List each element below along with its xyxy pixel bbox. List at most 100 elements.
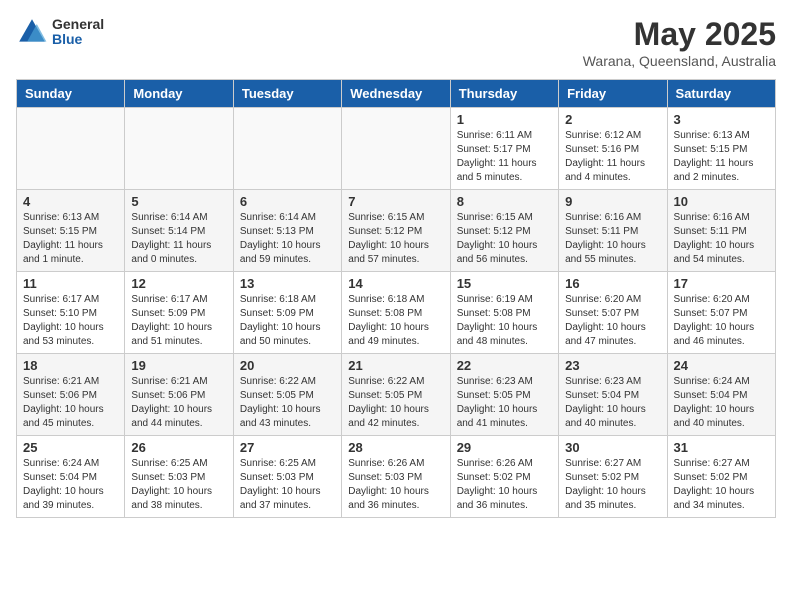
day-info: Sunrise: 6:23 AM Sunset: 5:04 PM Dayligh… <box>565 375 660 431</box>
weekday-header-row: SundayMondayTuesdayWednesdayThursdayFrid… <box>17 80 776 108</box>
day-info: Sunrise: 6:18 AM Sunset: 5:09 PM Dayligh… <box>240 293 335 349</box>
logo-blue-text: Blue <box>52 32 104 47</box>
day-info: Sunrise: 6:21 AM Sunset: 5:06 PM Dayligh… <box>23 375 118 431</box>
day-cell-17: 17 Sunrise: 6:20 AM Sunset: 5:07 PM Dayli… <box>667 272 775 354</box>
logo: General Blue <box>16 16 104 48</box>
day-cell-11: 11Sunrise: 6:17 AM Sunset: 5:10 PM Dayli… <box>17 272 125 354</box>
day-number: 18 <box>23 358 118 373</box>
day-info: Sunrise: 6:24 AM Sunset: 5:04 PM Dayligh… <box>23 457 118 513</box>
week-row-1: 1Sunrise: 6:11 AM Sunset: 5:17 PM Daylig… <box>17 108 776 190</box>
day-info: Sunrise: 6:14 AM Sunset: 5:13 PM Dayligh… <box>240 211 335 267</box>
day-number: 27 <box>240 440 335 455</box>
day-cell-22: 22 Sunrise: 6:23 AM Sunset: 5:05 PM Dayli… <box>450 354 558 436</box>
title-block: May 2025 Warana, Queensland, Australia <box>583 16 776 69</box>
day-number: 8 <box>457 194 552 209</box>
day-info: Sunrise: 6:20 AM Sunset: 5:07 PM Dayligh… <box>674 293 769 349</box>
day-cell-16: 16 Sunrise: 6:20 AM Sunset: 5:07 PM Dayli… <box>559 272 667 354</box>
day-number: 5 <box>131 194 226 209</box>
day-info: Sunrise: 6:26 AM Sunset: 5:02 PM Dayligh… <box>457 457 552 513</box>
day-number: 28 <box>348 440 443 455</box>
day-number: 7 <box>348 194 443 209</box>
day-cell-4: 4Sunrise: 6:13 AM Sunset: 5:15 PM Daylig… <box>17 190 125 272</box>
main-title: May 2025 <box>583 16 776 53</box>
weekday-header-tuesday: Tuesday <box>233 80 341 108</box>
week-row-5: 25 Sunrise: 6:24 AM Sunset: 5:04 PM Dayli… <box>17 436 776 518</box>
subtitle: Warana, Queensland, Australia <box>583 53 776 69</box>
weekday-header-thursday: Thursday <box>450 80 558 108</box>
day-cell-8: 8 Sunrise: 6:15 AM Sunset: 5:12 PM Daylig… <box>450 190 558 272</box>
day-info: Sunrise: 6:12 AM Sunset: 5:16 PM Dayligh… <box>565 129 660 185</box>
day-info: Sunrise: 6:20 AM Sunset: 5:07 PM Dayligh… <box>565 293 660 349</box>
day-number: 26 <box>131 440 226 455</box>
day-cell-1: 1Sunrise: 6:11 AM Sunset: 5:17 PM Daylig… <box>450 108 558 190</box>
day-info: Sunrise: 6:14 AM Sunset: 5:14 PM Dayligh… <box>131 211 226 267</box>
day-number: 23 <box>565 358 660 373</box>
day-cell-2: 2 Sunrise: 6:12 AM Sunset: 5:16 PM Daylig… <box>559 108 667 190</box>
day-number: 6 <box>240 194 335 209</box>
day-cell-9: 9Sunrise: 6:16 AM Sunset: 5:11 PM Daylig… <box>559 190 667 272</box>
week-row-3: 11Sunrise: 6:17 AM Sunset: 5:10 PM Dayli… <box>17 272 776 354</box>
day-cell-6: 6 Sunrise: 6:14 AM Sunset: 5:13 PM Daylig… <box>233 190 341 272</box>
day-number: 22 <box>457 358 552 373</box>
page-header: General Blue May 2025 Warana, Queensland… <box>16 16 776 69</box>
day-info: Sunrise: 6:27 AM Sunset: 5:02 PM Dayligh… <box>674 457 769 513</box>
empty-cell <box>17 108 125 190</box>
day-info: Sunrise: 6:17 AM Sunset: 5:09 PM Dayligh… <box>131 293 226 349</box>
day-number: 21 <box>348 358 443 373</box>
day-number: 12 <box>131 276 226 291</box>
day-cell-13: 13 Sunrise: 6:18 AM Sunset: 5:09 PM Dayli… <box>233 272 341 354</box>
day-number: 17 <box>674 276 769 291</box>
day-info: Sunrise: 6:13 AM Sunset: 5:15 PM Dayligh… <box>674 129 769 185</box>
day-number: 25 <box>23 440 118 455</box>
weekday-header-sunday: Sunday <box>17 80 125 108</box>
weekday-header-wednesday: Wednesday <box>342 80 450 108</box>
empty-cell <box>125 108 233 190</box>
day-info: Sunrise: 6:21 AM Sunset: 5:06 PM Dayligh… <box>131 375 226 431</box>
day-number: 2 <box>565 112 660 127</box>
day-info: Sunrise: 6:15 AM Sunset: 5:12 PM Dayligh… <box>348 211 443 267</box>
day-number: 10 <box>674 194 769 209</box>
day-cell-7: 7 Sunrise: 6:15 AM Sunset: 5:12 PM Daylig… <box>342 190 450 272</box>
empty-cell <box>342 108 450 190</box>
week-row-4: 18 Sunrise: 6:21 AM Sunset: 5:06 PM Dayli… <box>17 354 776 436</box>
day-number: 13 <box>240 276 335 291</box>
day-info: Sunrise: 6:25 AM Sunset: 5:03 PM Dayligh… <box>131 457 226 513</box>
empty-cell <box>233 108 341 190</box>
day-cell-31: 31 Sunrise: 6:27 AM Sunset: 5:02 PM Dayli… <box>667 436 775 518</box>
day-info: Sunrise: 6:26 AM Sunset: 5:03 PM Dayligh… <box>348 457 443 513</box>
weekday-header-monday: Monday <box>125 80 233 108</box>
day-info: Sunrise: 6:13 AM Sunset: 5:15 PM Dayligh… <box>23 211 118 267</box>
day-cell-3: 3 Sunrise: 6:13 AM Sunset: 5:15 PM Daylig… <box>667 108 775 190</box>
logo-icon <box>16 16 48 48</box>
day-cell-26: 26 Sunrise: 6:25 AM Sunset: 5:03 PM Dayli… <box>125 436 233 518</box>
day-number: 11 <box>23 276 118 291</box>
day-number: 14 <box>348 276 443 291</box>
day-info: Sunrise: 6:22 AM Sunset: 5:05 PM Dayligh… <box>240 375 335 431</box>
day-info: Sunrise: 6:16 AM Sunset: 5:11 PM Dayligh… <box>674 211 769 267</box>
day-cell-15: 15Sunrise: 6:19 AM Sunset: 5:08 PM Dayli… <box>450 272 558 354</box>
day-info: Sunrise: 6:27 AM Sunset: 5:02 PM Dayligh… <box>565 457 660 513</box>
day-cell-5: 5 Sunrise: 6:14 AM Sunset: 5:14 PM Daylig… <box>125 190 233 272</box>
day-number: 9 <box>565 194 660 209</box>
day-info: Sunrise: 6:15 AM Sunset: 5:12 PM Dayligh… <box>457 211 552 267</box>
day-number: 31 <box>674 440 769 455</box>
day-number: 16 <box>565 276 660 291</box>
day-cell-27: 27 Sunrise: 6:25 AM Sunset: 5:03 PM Dayli… <box>233 436 341 518</box>
day-cell-19: 19 Sunrise: 6:21 AM Sunset: 5:06 PM Dayli… <box>125 354 233 436</box>
day-cell-28: 28 Sunrise: 6:26 AM Sunset: 5:03 PM Dayli… <box>342 436 450 518</box>
day-cell-24: 24Sunrise: 6:24 AM Sunset: 5:04 PM Dayli… <box>667 354 775 436</box>
day-cell-20: 20 Sunrise: 6:22 AM Sunset: 5:05 PM Dayli… <box>233 354 341 436</box>
day-info: Sunrise: 6:18 AM Sunset: 5:08 PM Dayligh… <box>348 293 443 349</box>
day-cell-12: 12 Sunrise: 6:17 AM Sunset: 5:09 PM Dayli… <box>125 272 233 354</box>
calendar-table: SundayMondayTuesdayWednesdayThursdayFrid… <box>16 79 776 518</box>
day-cell-25: 25 Sunrise: 6:24 AM Sunset: 5:04 PM Dayli… <box>17 436 125 518</box>
day-number: 15 <box>457 276 552 291</box>
day-number: 19 <box>131 358 226 373</box>
day-info: Sunrise: 6:25 AM Sunset: 5:03 PM Dayligh… <box>240 457 335 513</box>
day-cell-30: 30Sunrise: 6:27 AM Sunset: 5:02 PM Dayli… <box>559 436 667 518</box>
day-number: 3 <box>674 112 769 127</box>
day-number: 20 <box>240 358 335 373</box>
day-info: Sunrise: 6:23 AM Sunset: 5:05 PM Dayligh… <box>457 375 552 431</box>
day-info: Sunrise: 6:24 AM Sunset: 5:04 PM Dayligh… <box>674 375 769 431</box>
day-cell-23: 23 Sunrise: 6:23 AM Sunset: 5:04 PM Dayli… <box>559 354 667 436</box>
